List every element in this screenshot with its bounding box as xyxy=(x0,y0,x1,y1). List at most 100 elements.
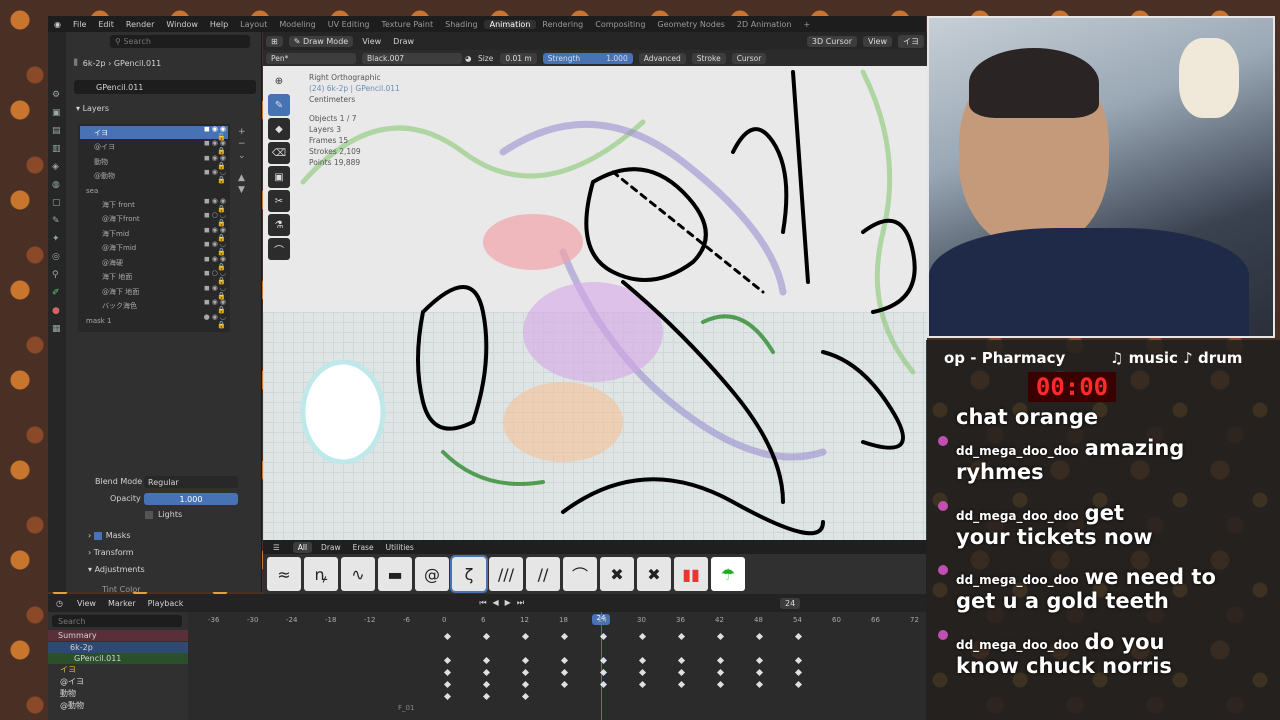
output-tab-icon[interactable]: ▤ xyxy=(52,122,66,140)
constraint-tab-icon[interactable]: ⚲ xyxy=(52,266,66,284)
layers-section-header[interactable]: ▾ Layers xyxy=(76,103,109,114)
visibility-icons[interactable]: ◼○◡🔒 xyxy=(200,211,228,227)
layer-item[interactable]: 動物 ◼◉◉🔒 xyxy=(80,154,228,170)
object-name-field[interactable]: GPencil.011 xyxy=(74,80,256,94)
channel-layer[interactable]: @動物 xyxy=(48,700,188,711)
fill-tool-icon[interactable]: ◆ xyxy=(268,118,290,140)
keyframe-track[interactable]: 24 F_01 xyxy=(188,612,926,720)
tab-2d-animation[interactable]: 2D Animation xyxy=(731,20,798,29)
material-select[interactable]: Black.007 xyxy=(362,52,462,64)
brush-tab-erase[interactable]: Erase xyxy=(353,543,374,552)
visibility-icons[interactable]: ◼◉◉🔒 xyxy=(200,139,228,155)
brush-airbrush[interactable]: @ xyxy=(415,557,449,591)
layer-item[interactable]: 海下 地面 ◼○◡🔒 xyxy=(80,269,228,285)
brush-marker[interactable]: ▬ xyxy=(378,557,412,591)
eyedropper-tool-icon[interactable]: ⚗ xyxy=(268,214,290,236)
brush-ink-rough[interactable]: ∿ xyxy=(341,557,375,591)
brush-eraser-hard[interactable]: ✖ xyxy=(600,557,634,591)
cutter-tool-icon[interactable]: ✂ xyxy=(268,190,290,212)
tab-modeling[interactable]: Modeling xyxy=(273,20,321,29)
effects-tab-icon[interactable]: ✦ xyxy=(52,230,66,248)
add-layer-icon[interactable]: + xyxy=(238,126,246,138)
view-layer-tab-icon[interactable]: ▥ xyxy=(52,140,66,158)
brush-tab-draw[interactable]: Draw xyxy=(321,543,341,552)
menu-window[interactable]: Window xyxy=(160,20,204,29)
brush-pen[interactable]: ζ xyxy=(450,555,488,593)
cursor-dropdown[interactable]: Cursor xyxy=(731,52,767,64)
layer-item[interactable]: イヨ ◼◉◉🔓 xyxy=(80,125,228,141)
editor-type-icon[interactable]: ◷ xyxy=(56,599,63,608)
tint-tool-icon[interactable]: ▣ xyxy=(268,166,290,188)
modifier-tab-icon[interactable]: ✎ xyxy=(52,212,66,230)
erase-tool-icon[interactable]: ⌫ xyxy=(268,142,290,164)
adjustments-panel-header[interactable]: ▾ Adjustments xyxy=(88,565,145,574)
view-select[interactable]: View xyxy=(863,35,892,47)
editor-type-icon[interactable]: ⊞ xyxy=(266,35,283,47)
search-input[interactable]: ⚲ Search xyxy=(110,35,250,48)
channel-layer[interactable]: 動物 xyxy=(48,688,188,699)
layer-item[interactable]: mask 1 ●◉◡🔒 xyxy=(80,313,228,329)
mode-select[interactable]: ✎ Draw Mode xyxy=(288,35,354,47)
channel-search-input[interactable]: Search xyxy=(52,615,182,627)
brush-menu-icon[interactable]: ☰ xyxy=(273,543,280,552)
layer-group[interactable]: sea xyxy=(80,184,228,197)
menu-view[interactable]: View xyxy=(77,599,96,608)
brush-tint[interactable]: ☂ xyxy=(711,557,745,591)
brush-tab-all[interactable]: All xyxy=(292,541,313,553)
move-up-icon[interactable]: ▲ xyxy=(238,172,246,184)
layer-item[interactable]: @海硬 ◼◉◉🔒 xyxy=(80,255,228,271)
channel-summary[interactable]: Summary xyxy=(48,630,188,641)
scene-tab-icon[interactable]: ◈ xyxy=(52,158,66,176)
layer-item[interactable]: バック海色 ◼◉◉🔒 xyxy=(80,298,228,314)
physics-tab-icon[interactable]: ◎ xyxy=(52,248,66,266)
add-workspace-icon[interactable]: + xyxy=(797,20,816,29)
blend-mode-select[interactable]: Regular xyxy=(144,476,238,488)
menu-file[interactable]: File xyxy=(67,20,92,29)
layer-item[interactable]: @イヨ ◼◉◉🔒 xyxy=(80,139,228,155)
menu-marker[interactable]: Marker xyxy=(108,599,136,608)
layer-specials-icon[interactable]: ⌄ xyxy=(238,150,246,162)
layer-item[interactable]: 海下 front ◼◉◉🔒 xyxy=(80,197,228,213)
brush-fill[interactable]: ▮▮ xyxy=(674,557,708,591)
visibility-icons[interactable]: ◼○◡🔒 xyxy=(200,269,228,285)
menu-playback[interactable]: Playback xyxy=(148,599,184,608)
layer-item[interactable]: 海下mid ◼◉◉🔒 xyxy=(80,226,228,242)
masks-panel-header[interactable]: › Masks xyxy=(88,531,131,540)
move-down-icon[interactable]: ▼ xyxy=(238,184,246,196)
tab-rendering[interactable]: Rendering xyxy=(536,20,589,29)
advanced-dropdown[interactable]: Advanced xyxy=(638,52,686,64)
transform-panel-header[interactable]: › Transform xyxy=(88,548,134,557)
brush-ink[interactable]: ꝴ xyxy=(304,557,338,591)
visibility-icons[interactable]: ◼◉◉🔒 xyxy=(200,298,228,314)
tab-animation[interactable]: Animation xyxy=(483,19,537,29)
cursor-tool-icon[interactable]: ⊕ xyxy=(268,70,290,92)
tab-compositing[interactable]: Compositing xyxy=(589,20,651,29)
visibility-icons[interactable]: ●◉◡🔒 xyxy=(200,313,228,329)
texture-tab-icon[interactable]: ▦ xyxy=(52,320,66,338)
menu-help[interactable]: Help xyxy=(204,20,234,29)
tab-geometry-nodes[interactable]: Geometry Nodes xyxy=(651,20,730,29)
pin-icon[interactable]: ⫼ xyxy=(74,58,83,68)
channel-layer[interactable]: @イヨ xyxy=(48,676,188,687)
cursor-mode-select[interactable]: 3D Cursor xyxy=(806,35,858,47)
layer-item[interactable]: @海下front ◼○◡🔒 xyxy=(80,211,228,227)
layer-item[interactable]: @海下mid ◼◉◡🔒 xyxy=(80,240,228,256)
strength-slider[interactable]: Strength 1.000 xyxy=(542,52,633,64)
brush-eraser-soft[interactable]: ✖ xyxy=(637,557,671,591)
brush-stroke[interactable]: ⌒ xyxy=(563,557,597,591)
brush-chisel[interactable]: // xyxy=(526,557,560,591)
masks-checkbox[interactable] xyxy=(93,531,102,540)
object-tab-icon[interactable]: ▢ xyxy=(52,194,66,212)
line-tool-icon[interactable]: ⌒ xyxy=(268,238,290,260)
remove-layer-icon[interactable]: − xyxy=(238,138,246,150)
lights-checkbox[interactable]: Lights xyxy=(145,510,182,519)
current-frame-field[interactable]: 24 xyxy=(780,597,801,609)
tab-texture-paint[interactable]: Texture Paint xyxy=(375,20,439,29)
brush-select[interactable]: Pen* xyxy=(266,52,356,64)
draw-tool-icon[interactable]: ✎ xyxy=(268,94,290,116)
brush-pencil-soft[interactable]: /// xyxy=(489,557,523,591)
visibility-icons[interactable]: ◼◉◡🔒 xyxy=(200,168,228,184)
size-field[interactable]: 0.01 m xyxy=(500,52,537,64)
channel-layer[interactable]: イヨ xyxy=(48,664,188,675)
layer-item[interactable]: @動物 ◼◉◡🔒 xyxy=(80,168,228,184)
